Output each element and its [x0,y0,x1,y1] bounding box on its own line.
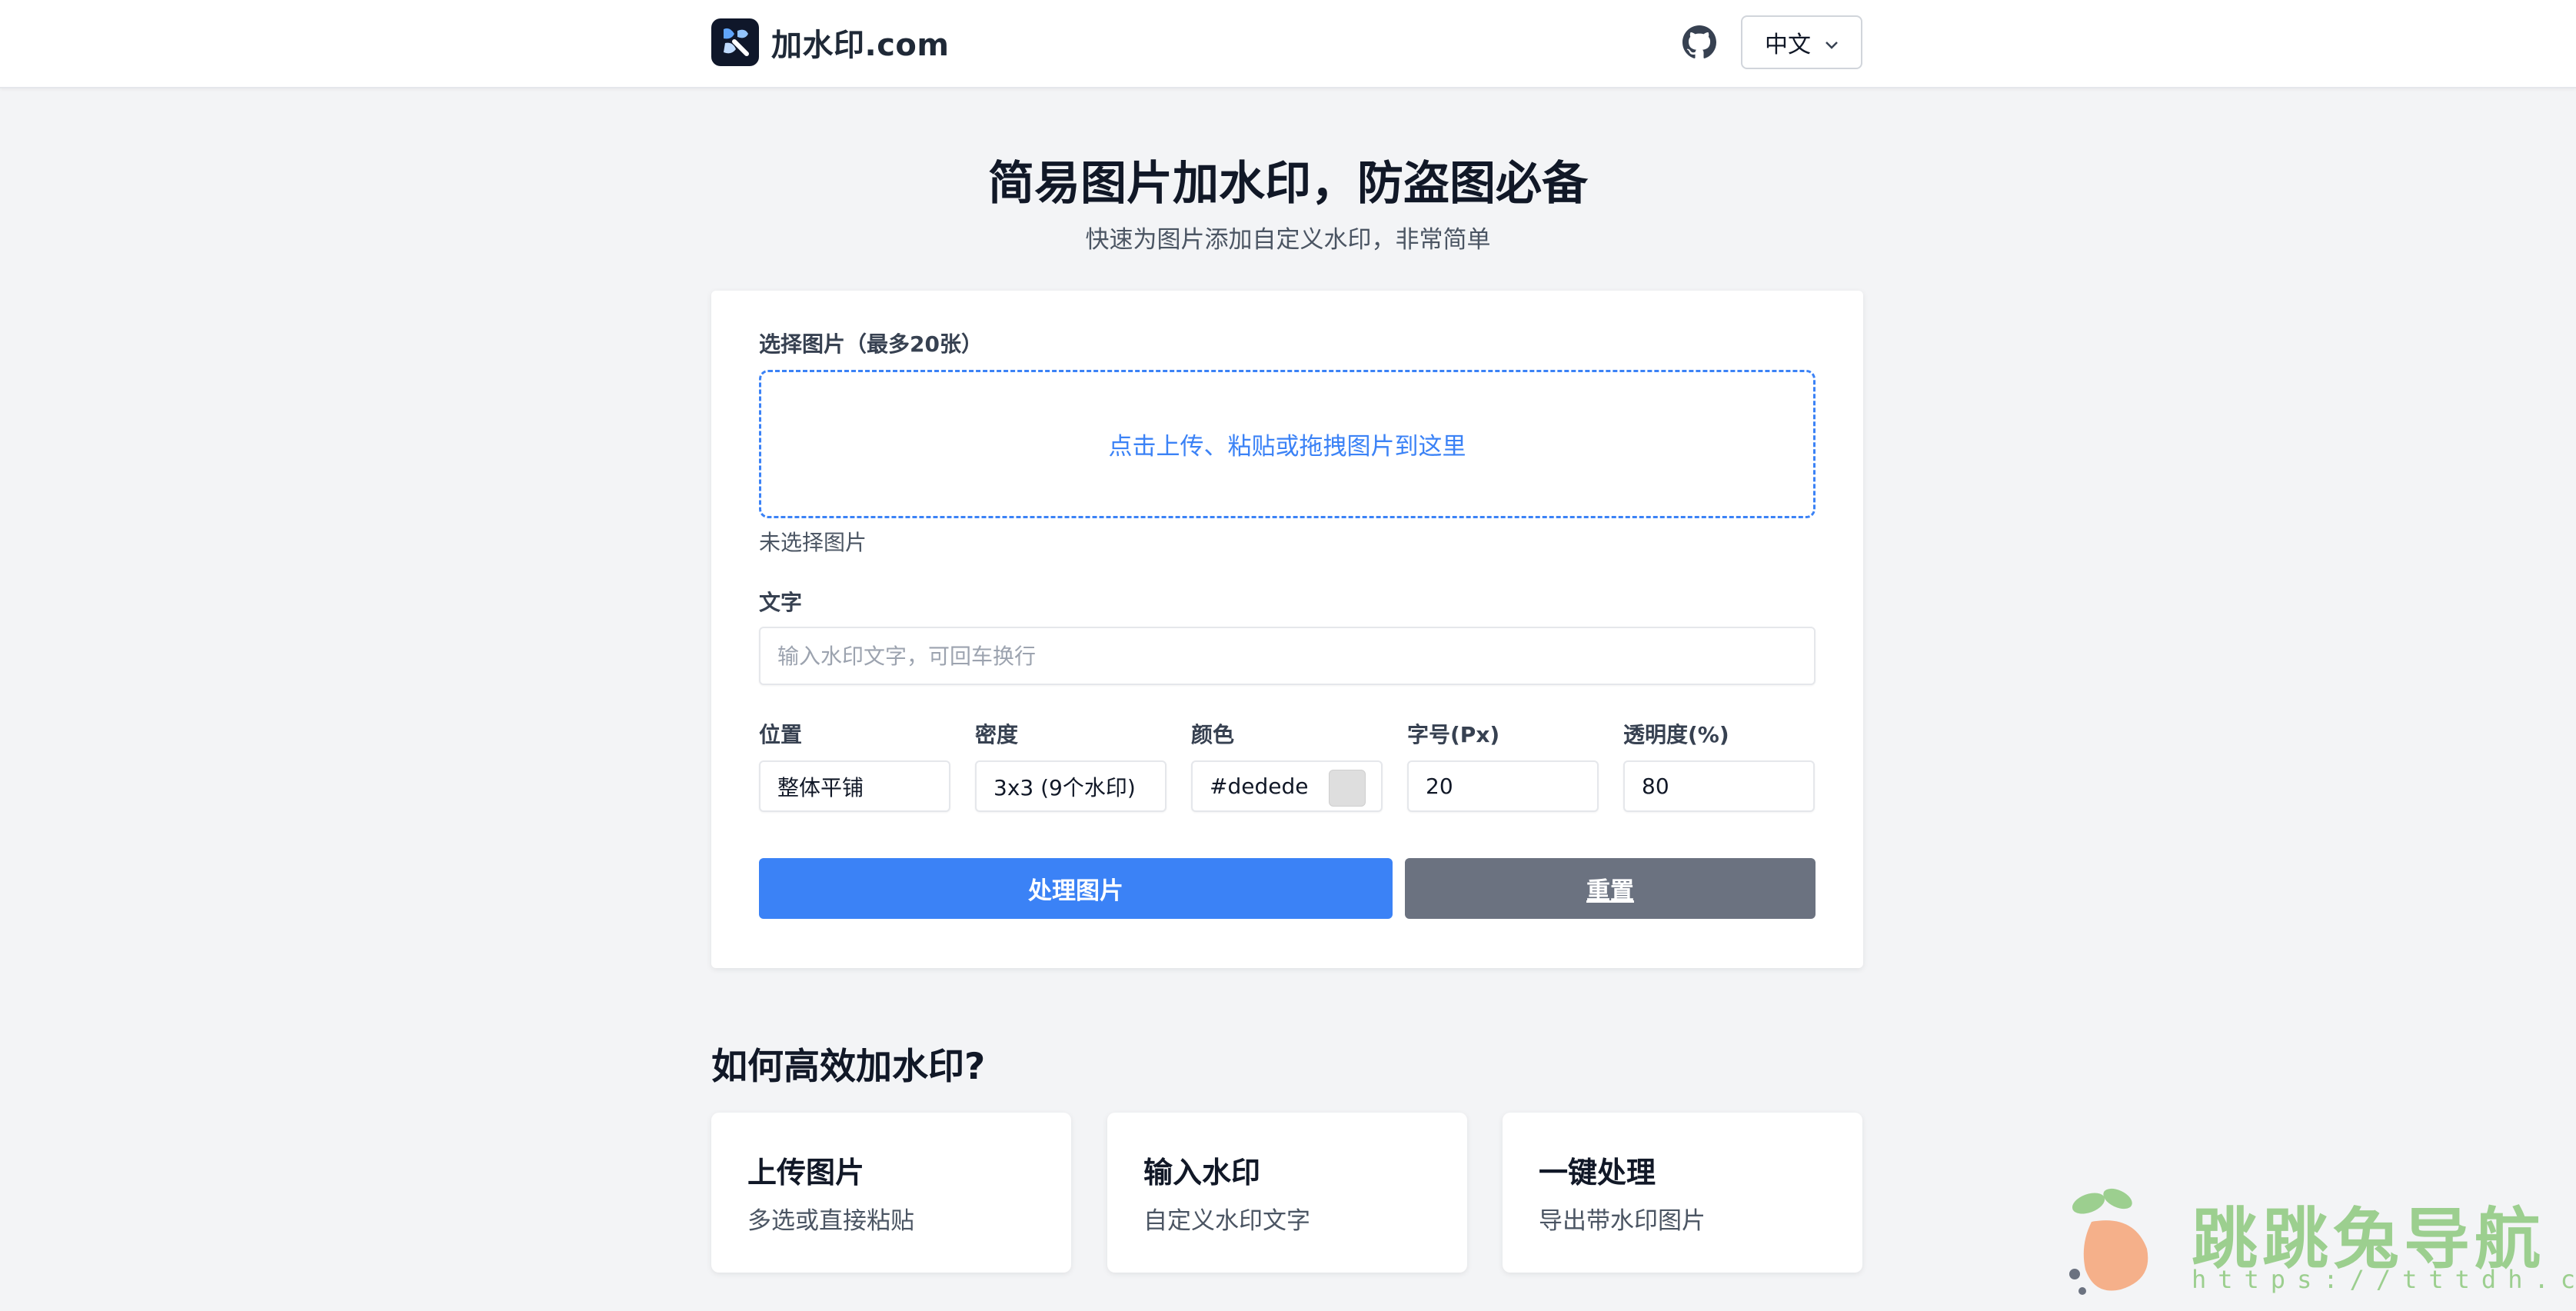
step-card: 输入水印 自定义水印文字 [1107,1113,1467,1273]
density-label: 密度 [975,722,1019,747]
font-size-label: 字号(Px) [1407,722,1500,747]
position-value: 整体平铺 [777,774,864,800]
no-file-status: 未选择图片 [759,530,867,555]
opacity-value: 80 [1642,774,1669,799]
site-name: 加水印.com [771,28,950,63]
density-value: 3x3 (9个水印) [993,774,1136,800]
font-size-input[interactable]: 20 [1407,760,1599,812]
top-navbar: 加水印.com 中文 [0,0,2576,88]
step-title: 一键处理 [1539,1156,1656,1190]
color-label: 颜色 [1191,722,1235,747]
watermark-form-card: 选择图片（最多20张） 点击上传、粘贴或拖拽图片到这里 未选择图片 文字 位置 … [711,291,1863,968]
text-label: 文字 [759,590,803,615]
step-desc: 多选或直接粘贴 [747,1207,914,1235]
language-label: 中文 [1765,32,1811,58]
opacity-label: 透明度(%) [1623,722,1729,747]
chevron-down-icon [1825,29,1839,56]
page-subtitle: 快速为图片添加自定义水印，非常简单 [1085,226,1491,254]
site-watermark: 跳跳兔导航 https://tttdh.com [2061,1180,2576,1303]
position-label: 位置 [759,722,803,747]
github-icon[interactable] [1682,25,1716,59]
language-select[interactable]: 中文 [1741,15,1862,69]
step-card: 上传图片 多选或直接粘贴 [711,1113,1071,1273]
brand-link[interactable]: 加水印.com [711,18,950,67]
density-select[interactable]: 3x3 (9个水印) [975,760,1167,812]
step-desc: 导出带水印图片 [1539,1207,1706,1235]
step-card: 一键处理 导出带水印图片 [1503,1113,1862,1273]
color-value: #dedede [1210,774,1309,799]
color-field[interactable]: #dedede [1191,760,1383,812]
upload-label: 选择图片（最多20张） [759,331,983,357]
process-button[interactable]: 处理图片 [759,858,1393,919]
font-size-value: 20 [1426,774,1453,799]
dropzone-text: 点击上传、粘贴或拖拽图片到这里 [1108,433,1466,461]
watermark-text-input[interactable] [759,627,1816,685]
opacity-input[interactable]: 80 [1623,760,1815,812]
howto-title: 如何高效加水印? [711,1046,986,1088]
reset-button[interactable]: 重置 [1405,858,1816,919]
color-swatch[interactable] [1329,770,1366,807]
step-title: 输入水印 [1143,1156,1261,1190]
rabbit-logo-icon [2061,1183,2176,1302]
page-title: 简易图片加水印，防盗图必备 [988,157,1588,211]
step-title: 上传图片 [747,1156,865,1190]
position-select[interactable]: 整体平铺 [759,760,950,812]
step-desc: 自定义水印文字 [1143,1207,1310,1235]
water-drop-logo-icon [711,18,759,66]
image-dropzone[interactable]: 点击上传、粘贴或拖拽图片到这里 [759,370,1816,518]
watermark-url: https://tttdh.com [2192,1265,2576,1294]
